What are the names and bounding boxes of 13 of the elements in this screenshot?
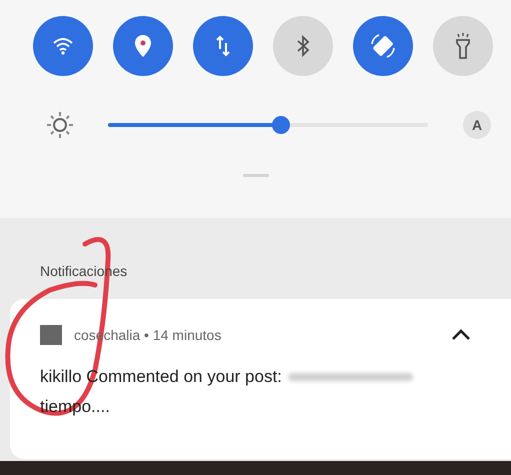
flashlight-icon (454, 32, 472, 60)
brightness-slider[interactable] (108, 116, 428, 134)
app-icon (40, 325, 62, 345)
bluetooth-icon (296, 35, 310, 57)
auto-brightness-button[interactable]: A (463, 111, 491, 139)
slider-thumb[interactable] (272, 116, 290, 134)
data-arrows-icon (215, 35, 231, 57)
drag-handle[interactable] (242, 174, 268, 177)
location-pin-icon (134, 34, 152, 58)
caret-icon[interactable] (451, 329, 471, 341)
wifi-icon (52, 37, 74, 55)
rotate-icon (369, 32, 397, 60)
brightness-icon (45, 110, 75, 140)
